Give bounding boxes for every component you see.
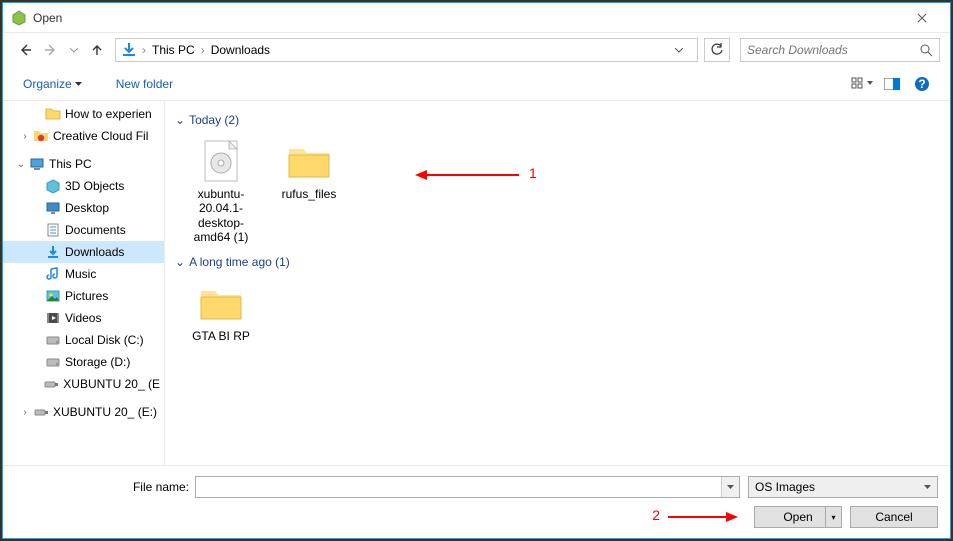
tree-item-pictures[interactable]: Pictures	[3, 285, 164, 307]
new-folder-button[interactable]: New folder	[110, 73, 179, 95]
drive-icon	[45, 332, 61, 348]
nav-tree[interactable]: How to experien › Creative Cloud Fil ⌄ This …	[3, 101, 165, 465]
back-button[interactable]	[13, 38, 37, 62]
filename-combo[interactable]	[195, 476, 740, 498]
refresh-button[interactable]	[704, 38, 730, 62]
file-item[interactable]: GTA BI RP	[179, 275, 263, 347]
tree-item-music[interactable]: Music	[3, 263, 164, 285]
folder-icon	[45, 106, 61, 122]
iso-icon	[197, 137, 245, 185]
bottom-panel: File name: OS Images 2 Open ▾ Cancel	[3, 465, 950, 538]
crumb-dropdown[interactable]	[675, 48, 693, 53]
file-group-header[interactable]: ⌄Today (2)	[169, 109, 946, 131]
view-options-button[interactable]	[848, 72, 876, 96]
file-item[interactable]: xubuntu-20.04.1-desktop-amd64 (1)	[179, 133, 263, 249]
tree-item-label: How to experien	[65, 107, 152, 121]
tree-item-how-to-experien[interactable]: How to experien	[3, 103, 164, 125]
history-dropdown[interactable]	[67, 40, 81, 60]
help-button[interactable]: ?	[908, 72, 936, 96]
search-input[interactable]	[747, 43, 920, 57]
expand-icon[interactable]: ›	[19, 407, 31, 418]
crumb-downloads[interactable]: Downloads	[207, 43, 274, 57]
chevron-right-icon: ›	[140, 43, 148, 57]
open-split-dropdown[interactable]: ▾	[825, 507, 841, 527]
drive-icon	[45, 354, 61, 370]
filename-dropdown[interactable]	[721, 477, 739, 497]
tree-item-desktop[interactable]: Desktop	[3, 197, 164, 219]
open-dialog-window: Open › This PC › Downloads Organize New …	[2, 2, 951, 539]
breadcrumb-bar[interactable]: › This PC › Downloads	[115, 38, 698, 62]
3d-icon	[45, 178, 61, 194]
expand-icon[interactable]: ›	[19, 131, 31, 142]
annotation-label-2: 2	[652, 507, 660, 523]
tree-item-storage-d-[interactable]: Storage (D:)	[3, 351, 164, 373]
expand-icon[interactable]: ⌄	[15, 159, 27, 170]
tree-item-label: 3D Objects	[65, 179, 124, 193]
tree-item-xubuntu-20-e-[interactable]: › XUBUNTU 20_ (E:)	[3, 401, 164, 423]
music-icon	[45, 266, 61, 282]
usb-icon	[43, 376, 59, 392]
forward-button[interactable]	[39, 38, 63, 62]
search-box[interactable]	[740, 38, 940, 62]
downloads-icon	[120, 41, 138, 59]
annotation-arrow-2	[668, 509, 738, 525]
app-icon	[11, 10, 27, 26]
tree-item-label: This PC	[49, 157, 92, 171]
folder-big-icon	[285, 137, 333, 185]
cancel-button[interactable]: Cancel	[850, 506, 938, 528]
nav-row: › This PC › Downloads	[3, 33, 950, 67]
file-name-label: GTA BI RP	[192, 329, 250, 343]
chevron-down-icon: ⌄	[175, 113, 185, 127]
svg-text:?: ?	[918, 77, 925, 91]
toolbar: Organize New folder ?	[3, 67, 950, 101]
tree-item-label: Downloads	[65, 245, 124, 259]
preview-pane-button[interactable]	[878, 72, 906, 96]
tree-item-videos[interactable]: Videos	[3, 307, 164, 329]
tree-item-label: Music	[65, 267, 96, 281]
pc-icon	[29, 156, 45, 172]
tree-item-label: Desktop	[65, 201, 109, 215]
tree-item-label: Creative Cloud Fil	[53, 129, 148, 143]
tree-item-label: XUBUNTU 20_ (E	[63, 377, 160, 391]
filetype-filter[interactable]: OS Images	[748, 476, 938, 498]
crumb-this-pc[interactable]: This PC	[148, 43, 199, 57]
chevron-right-icon: ›	[199, 43, 207, 57]
usb-icon	[33, 404, 49, 420]
filename-input[interactable]	[196, 480, 721, 494]
docs-icon	[45, 222, 61, 238]
cc-icon	[33, 128, 49, 144]
file-name-label: xubuntu-20.04.1-desktop-amd64 (1)	[181, 187, 261, 245]
desktop-icon	[45, 200, 61, 216]
tree-item-downloads[interactable]: Downloads	[3, 241, 164, 263]
tree-item-this-pc[interactable]: ⌄ This PC	[3, 153, 164, 175]
tree-item-label: Local Disk (C:)	[65, 333, 144, 347]
tree-item-creative-cloud-fil[interactable]: › Creative Cloud Fil	[3, 125, 164, 147]
open-button[interactable]: Open ▾	[754, 506, 842, 528]
organize-menu[interactable]: Organize	[17, 73, 88, 95]
window-title: Open	[33, 11, 902, 25]
tree-item-documents[interactable]: Documents	[3, 219, 164, 241]
up-button[interactable]	[85, 38, 109, 62]
videos-icon	[45, 310, 61, 326]
filename-label: File name:	[15, 480, 195, 494]
tree-item-label: XUBUNTU 20_ (E:)	[53, 405, 157, 419]
tree-item-local-disk-c-[interactable]: Local Disk (C:)	[3, 329, 164, 351]
chevron-down-icon: ⌄	[175, 255, 185, 269]
titlebar: Open	[3, 3, 950, 33]
file-group-header[interactable]: ⌄A long time ago (1)	[169, 251, 946, 273]
search-icon	[920, 44, 933, 57]
pictures-icon	[45, 288, 61, 304]
downloads-icon	[45, 244, 61, 260]
tree-item-label: Videos	[65, 311, 101, 325]
close-button[interactable]	[902, 4, 942, 32]
tree-item-3d-objects[interactable]: 3D Objects	[3, 175, 164, 197]
tree-item-label: Documents	[65, 223, 126, 237]
tree-item-label: Pictures	[65, 289, 108, 303]
file-list-pane[interactable]: 1 ⌄Today (2)xubuntu-20.04.1-desktop-amd6…	[165, 101, 950, 465]
folder-big-icon	[197, 279, 245, 327]
tree-item-xubuntu-20-e[interactable]: XUBUNTU 20_ (E	[3, 373, 164, 395]
file-name-label: rufus_files	[282, 187, 337, 201]
file-item[interactable]: rufus_files	[267, 133, 351, 249]
tree-item-label: Storage (D:)	[65, 355, 130, 369]
